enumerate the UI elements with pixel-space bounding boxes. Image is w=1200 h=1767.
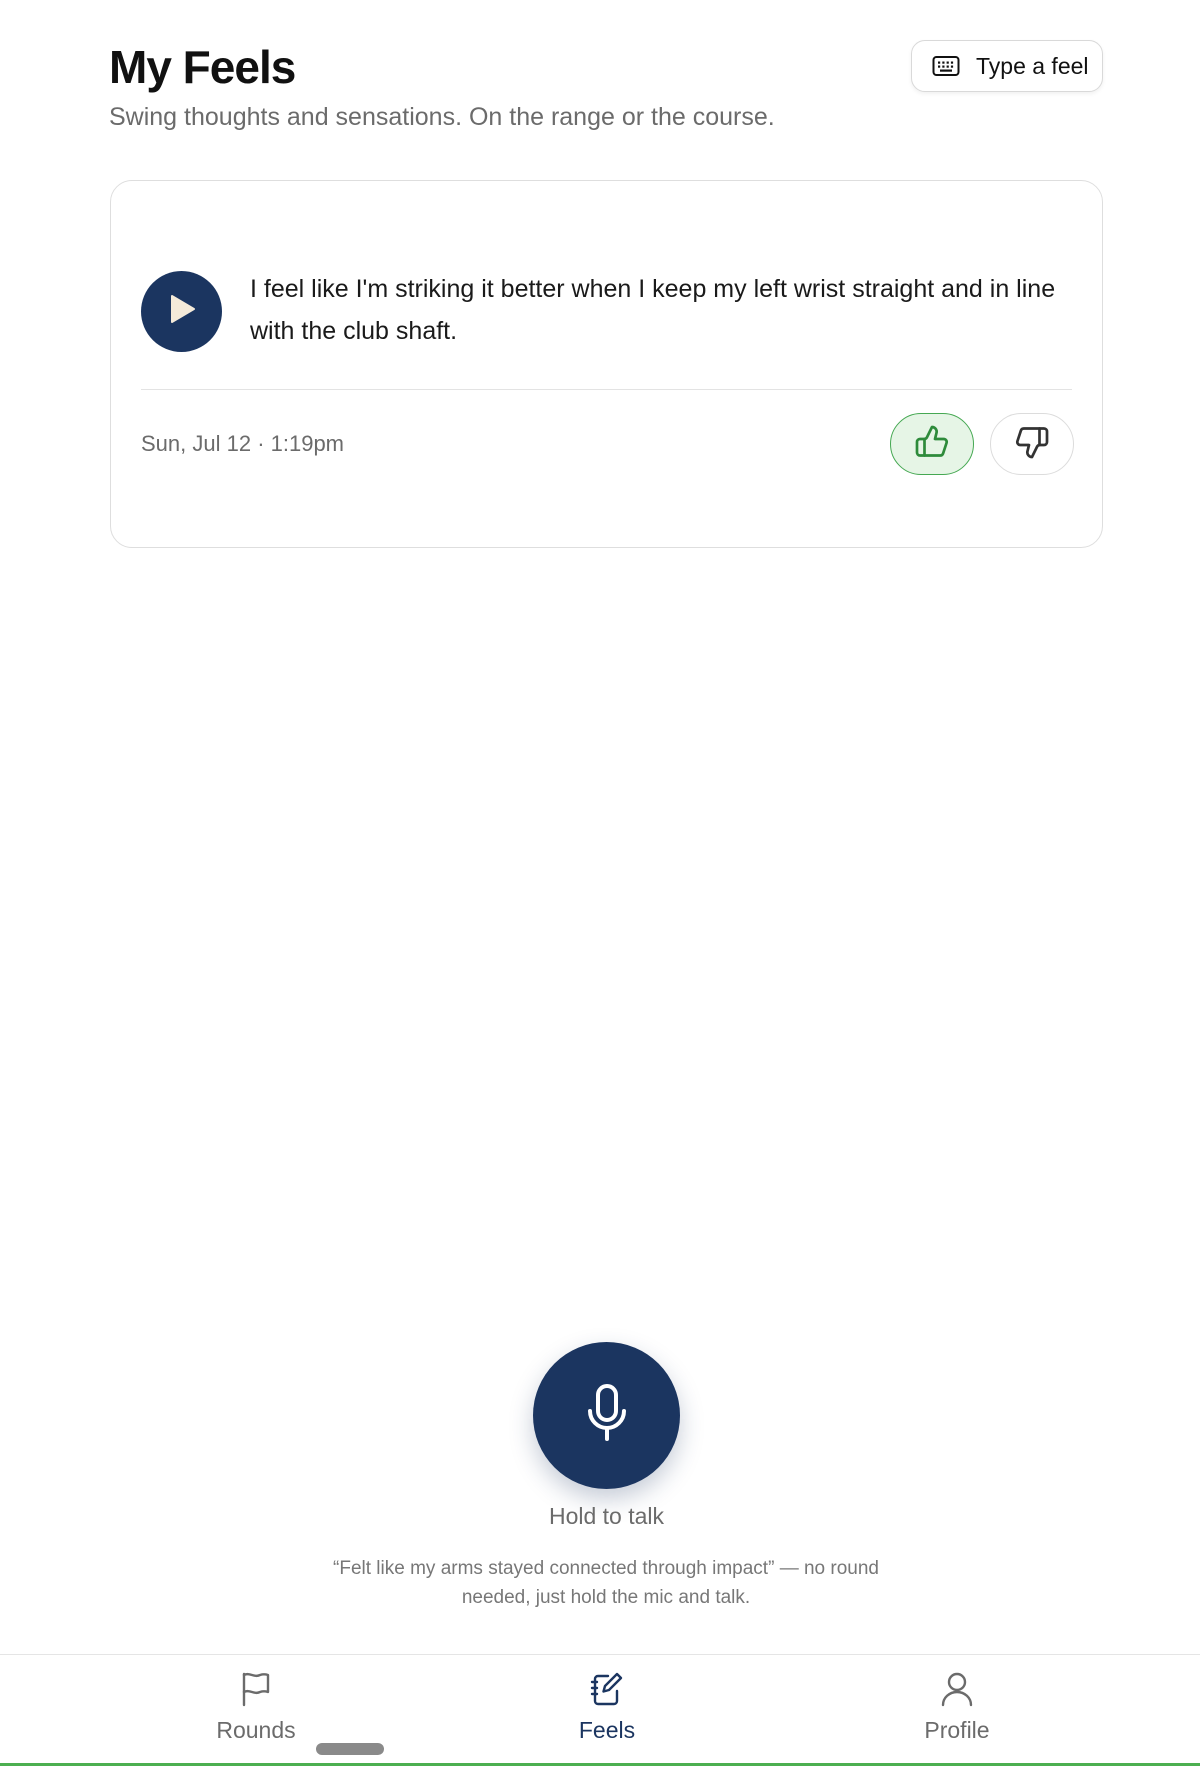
page-title: My Feels	[109, 41, 296, 93]
type-a-feel-button[interactable]: Type a feel	[911, 40, 1103, 92]
play-icon	[167, 293, 197, 330]
notebook-edit-icon	[589, 1671, 625, 1707]
feel-timestamp: Sun, Jul 12 · 1:19pm	[141, 431, 345, 456]
card-divider	[141, 389, 1072, 390]
thumbs-down-button[interactable]	[990, 413, 1074, 475]
nav-item-profile[interactable]: Profile	[857, 1655, 1057, 1755]
home-indicator[interactable]	[316, 1743, 384, 1755]
page-subtitle: Swing thoughts and sensations. On the ra…	[109, 103, 775, 131]
thumbs-down-icon	[1014, 424, 1050, 465]
nav-label-profile: Profile	[924, 1717, 990, 1743]
thumbs-up-button[interactable]	[890, 413, 974, 475]
play-button[interactable]	[141, 271, 222, 352]
hold-to-talk-label: Hold to talk	[548, 1503, 665, 1529]
thumbs-up-icon	[914, 424, 950, 465]
person-icon	[939, 1671, 975, 1707]
flag-icon	[238, 1671, 274, 1707]
feel-card: I feel like I'm striking it better when …	[110, 180, 1103, 548]
recorder-hint: “Felt like my arms stayed connected thro…	[333, 1558, 879, 1608]
nav-label-feels: Feels	[578, 1717, 636, 1743]
microphone-icon	[583, 1383, 631, 1448]
bottom-nav: Rounds Feels Profile	[0, 1654, 1200, 1767]
nav-item-rounds[interactable]: Rounds	[156, 1655, 356, 1755]
nav-label-rounds: Rounds	[216, 1717, 296, 1743]
keyboard-icon	[932, 55, 960, 77]
nav-item-feels[interactable]: Feels	[507, 1655, 707, 1755]
hold-to-talk-button[interactable]	[533, 1342, 680, 1489]
feel-text: I feel like I'm striking it better when …	[250, 275, 1056, 345]
type-a-feel-label: Type a feel	[976, 52, 1089, 79]
